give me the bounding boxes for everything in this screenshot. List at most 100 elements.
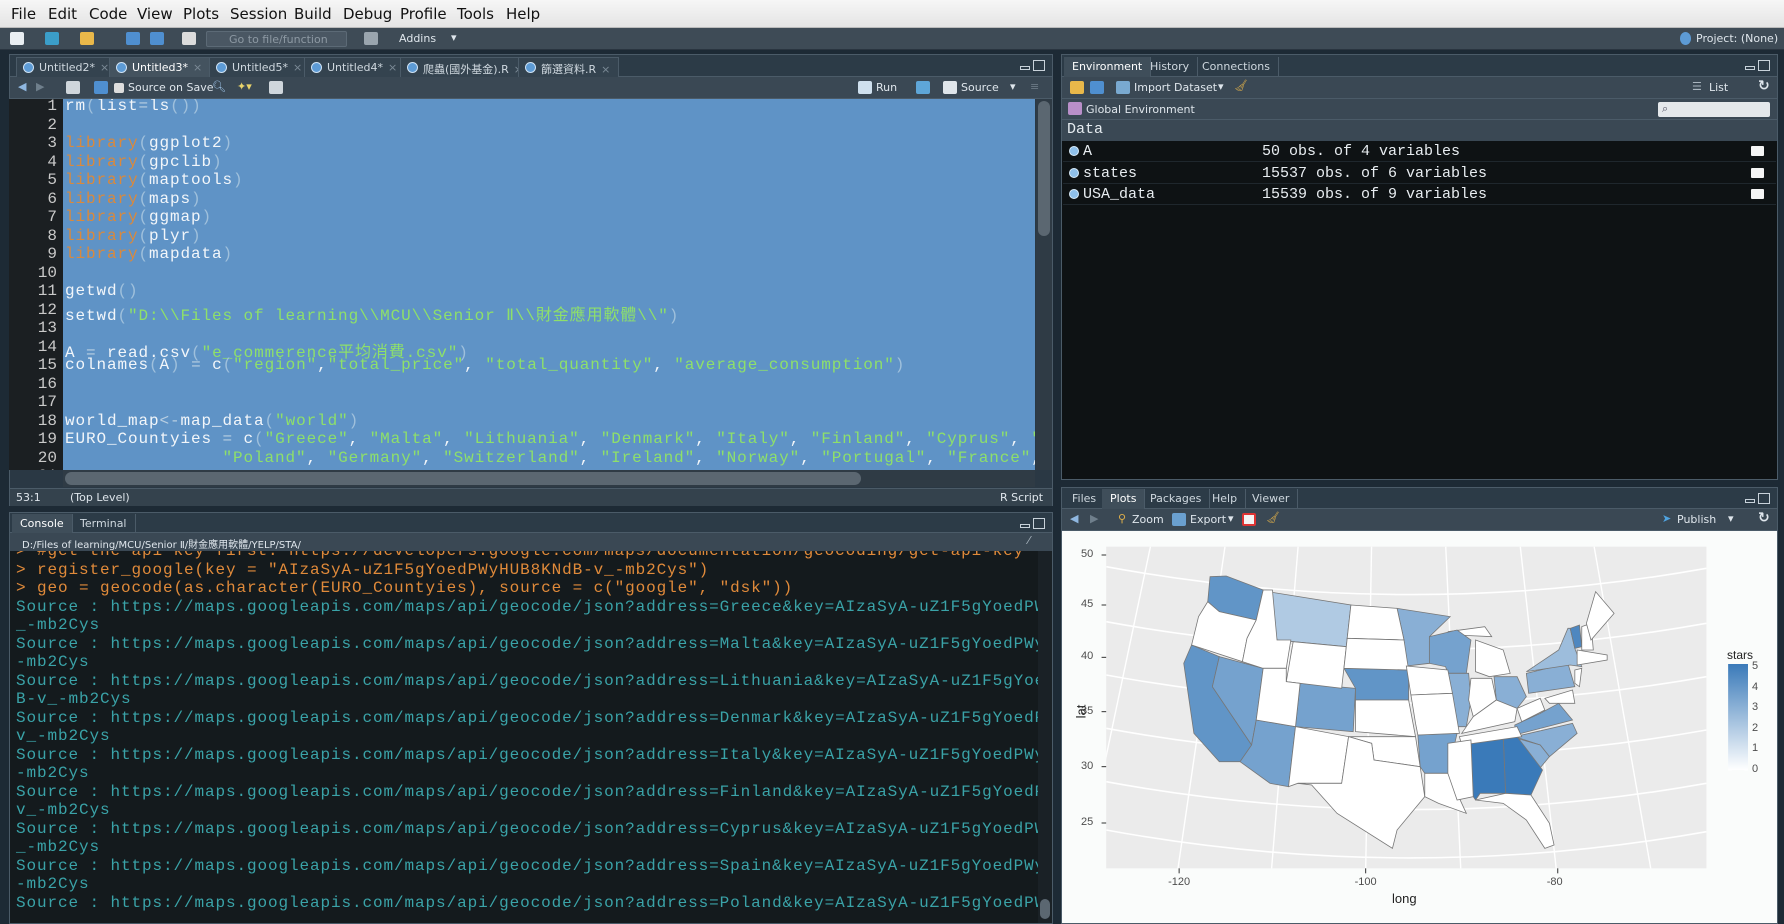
tab-history[interactable]: History bbox=[1142, 57, 1199, 77]
broom-icon[interactable]: 🧹︎ bbox=[1266, 511, 1280, 524]
clear-console-icon[interactable]: ⁄ bbox=[1028, 534, 1030, 547]
export-button[interactable]: Export bbox=[1190, 513, 1226, 526]
tab-untitled5[interactable]: Untitled5* × bbox=[209, 57, 312, 77]
magic-wand-icon[interactable]: ✦▾ bbox=[237, 80, 252, 93]
tab-connections[interactable]: Connections bbox=[1194, 57, 1279, 77]
goto-file-input[interactable]: Go to file/function bbox=[206, 31, 347, 47]
menu-session[interactable]: Session bbox=[230, 5, 287, 23]
menu-build[interactable]: Build bbox=[294, 5, 332, 23]
zoom-button[interactable]: Zoom bbox=[1132, 513, 1164, 526]
search-icon[interactable]: 🔍︎ bbox=[212, 80, 226, 93]
tab-files[interactable]: Files bbox=[1064, 489, 1106, 509]
tab-console[interactable]: Console bbox=[12, 514, 73, 534]
expand-icon[interactable] bbox=[1069, 189, 1079, 199]
close-icon[interactable]: × bbox=[193, 61, 202, 74]
tab-untitled2[interactable]: Untitled2* × bbox=[16, 57, 119, 77]
source-button[interactable]: Source bbox=[961, 81, 999, 94]
menu-view[interactable]: View bbox=[137, 5, 173, 23]
save-all-icon[interactable] bbox=[150, 32, 164, 45]
outline-icon[interactable]: ≡ bbox=[1030, 80, 1039, 93]
console-scrollbar[interactable] bbox=[1038, 551, 1052, 923]
grid-layout-icon[interactable] bbox=[364, 32, 378, 45]
view-data-icon[interactable] bbox=[1751, 167, 1764, 178]
tab-untitled3[interactable]: Untitled3* × bbox=[109, 57, 212, 77]
environment-row[interactable]: USA_data 15539 obs. of 9 variables bbox=[1063, 184, 1776, 205]
project-menu[interactable]: Project: (None) bbox=[1696, 32, 1778, 45]
new-file-icon[interactable] bbox=[10, 32, 24, 45]
refresh-icon[interactable]: ↻ bbox=[1758, 510, 1770, 526]
maximize-icon[interactable] bbox=[1758, 60, 1770, 71]
scroll-thumb[interactable] bbox=[65, 472, 861, 485]
save-workspace-icon[interactable] bbox=[1090, 81, 1104, 94]
rerun-icon[interactable] bbox=[916, 81, 930, 94]
run-icon[interactable] bbox=[858, 81, 872, 94]
tab-viewer[interactable]: Viewer bbox=[1244, 489, 1299, 509]
import-dataset-icon[interactable] bbox=[1116, 81, 1130, 94]
filetype-selector[interactable]: R Script bbox=[1000, 491, 1043, 504]
editor-vscrollbar[interactable] bbox=[1036, 99, 1052, 470]
close-icon[interactable]: × bbox=[293, 61, 302, 74]
tab-untitled4[interactable]: Untitled4* × bbox=[304, 57, 407, 77]
view-mode-selector[interactable]: List bbox=[1709, 81, 1728, 94]
source-dropdown-icon[interactable]: ▾ bbox=[1010, 80, 1016, 93]
import-dataset-button[interactable]: Import Dataset bbox=[1134, 81, 1217, 94]
code-editor[interactable]: rm(list=ls()) library(ggplot2) library(gpc… bbox=[63, 99, 1035, 470]
scroll-thumb[interactable] bbox=[1040, 899, 1050, 919]
addins-menu[interactable]: Addins bbox=[399, 32, 436, 45]
global-environment-selector[interactable]: Global Environment bbox=[1086, 103, 1195, 116]
publish-button[interactable]: Publish bbox=[1677, 513, 1716, 526]
pane-minmax[interactable] bbox=[1745, 60, 1771, 72]
pane-minmax[interactable] bbox=[1745, 493, 1771, 505]
source-on-save-checkbox[interactable] bbox=[114, 83, 124, 93]
pane-minmax[interactable] bbox=[1020, 518, 1046, 530]
menu-plots[interactable]: Plots bbox=[183, 5, 219, 23]
maximize-icon[interactable] bbox=[1033, 518, 1045, 529]
print-icon[interactable] bbox=[182, 32, 196, 45]
minimize-icon[interactable] bbox=[1020, 524, 1030, 528]
menu-edit[interactable]: Edit bbox=[48, 5, 77, 23]
expand-icon[interactable] bbox=[1069, 167, 1079, 178]
tab-plots[interactable]: Plots bbox=[1102, 489, 1146, 509]
menu-help[interactable]: Help bbox=[506, 5, 540, 23]
minimize-icon[interactable] bbox=[1020, 66, 1030, 70]
save-icon[interactable] bbox=[94, 81, 108, 94]
remove-plot-icon[interactable] bbox=[1242, 513, 1256, 526]
load-workspace-icon[interactable] bbox=[1070, 81, 1084, 94]
addins-dropdown-icon[interactable]: ▾ bbox=[451, 31, 457, 44]
environment-row[interactable]: A 50 obs. of 4 variables bbox=[1063, 141, 1776, 162]
tab-crawler-fund[interactable]: 爬蟲(國外基金).R× bbox=[400, 57, 532, 77]
minimize-icon[interactable] bbox=[1745, 66, 1755, 70]
previous-plot-icon[interactable]: ◀ bbox=[1070, 512, 1078, 525]
editor-hscrollbar[interactable] bbox=[63, 470, 1035, 487]
close-icon[interactable]: × bbox=[100, 61, 109, 74]
show-in-window-icon[interactable] bbox=[66, 81, 80, 94]
refresh-icon[interactable]: ↻ bbox=[1758, 78, 1770, 94]
expand-icon[interactable] bbox=[1069, 146, 1079, 156]
tab-help[interactable]: Help bbox=[1204, 489, 1247, 509]
broom-icon[interactable]: 🧹︎ bbox=[1234, 79, 1248, 92]
source-icon[interactable] bbox=[943, 81, 957, 94]
menu-code[interactable]: Code bbox=[89, 5, 127, 23]
publish-dropdown-icon[interactable]: ▾ bbox=[1728, 512, 1734, 525]
scope-selector[interactable]: (Top Level) bbox=[70, 491, 130, 504]
pane-minmax[interactable] bbox=[1020, 60, 1046, 72]
close-icon[interactable]: × bbox=[388, 61, 397, 74]
maximize-icon[interactable] bbox=[1758, 493, 1770, 504]
close-icon[interactable]: × bbox=[601, 63, 610, 76]
environment-row[interactable]: states 15537 obs. of 6 variables bbox=[1063, 162, 1776, 184]
view-data-icon[interactable] bbox=[1751, 146, 1764, 156]
save-icon[interactable] bbox=[126, 32, 140, 45]
back-arrow-icon[interactable]: ◀ bbox=[18, 80, 26, 93]
scroll-thumb[interactable] bbox=[1038, 101, 1050, 236]
compile-report-icon[interactable] bbox=[269, 81, 283, 94]
maximize-icon[interactable] bbox=[1033, 60, 1045, 71]
menu-tools[interactable]: Tools bbox=[457, 5, 494, 23]
menu-debug[interactable]: Debug bbox=[343, 5, 392, 23]
menu-profile[interactable]: Profile bbox=[400, 5, 447, 23]
menu-file[interactable]: File bbox=[11, 5, 36, 23]
tab-filter-data[interactable]: 篩選資料.R × bbox=[518, 57, 620, 77]
export-dropdown-icon[interactable]: ▾ bbox=[1228, 512, 1234, 525]
tab-terminal[interactable]: Terminal bbox=[72, 514, 136, 534]
view-data-icon[interactable] bbox=[1751, 189, 1764, 199]
environment-search-input[interactable]: ⌕ bbox=[1658, 102, 1770, 117]
